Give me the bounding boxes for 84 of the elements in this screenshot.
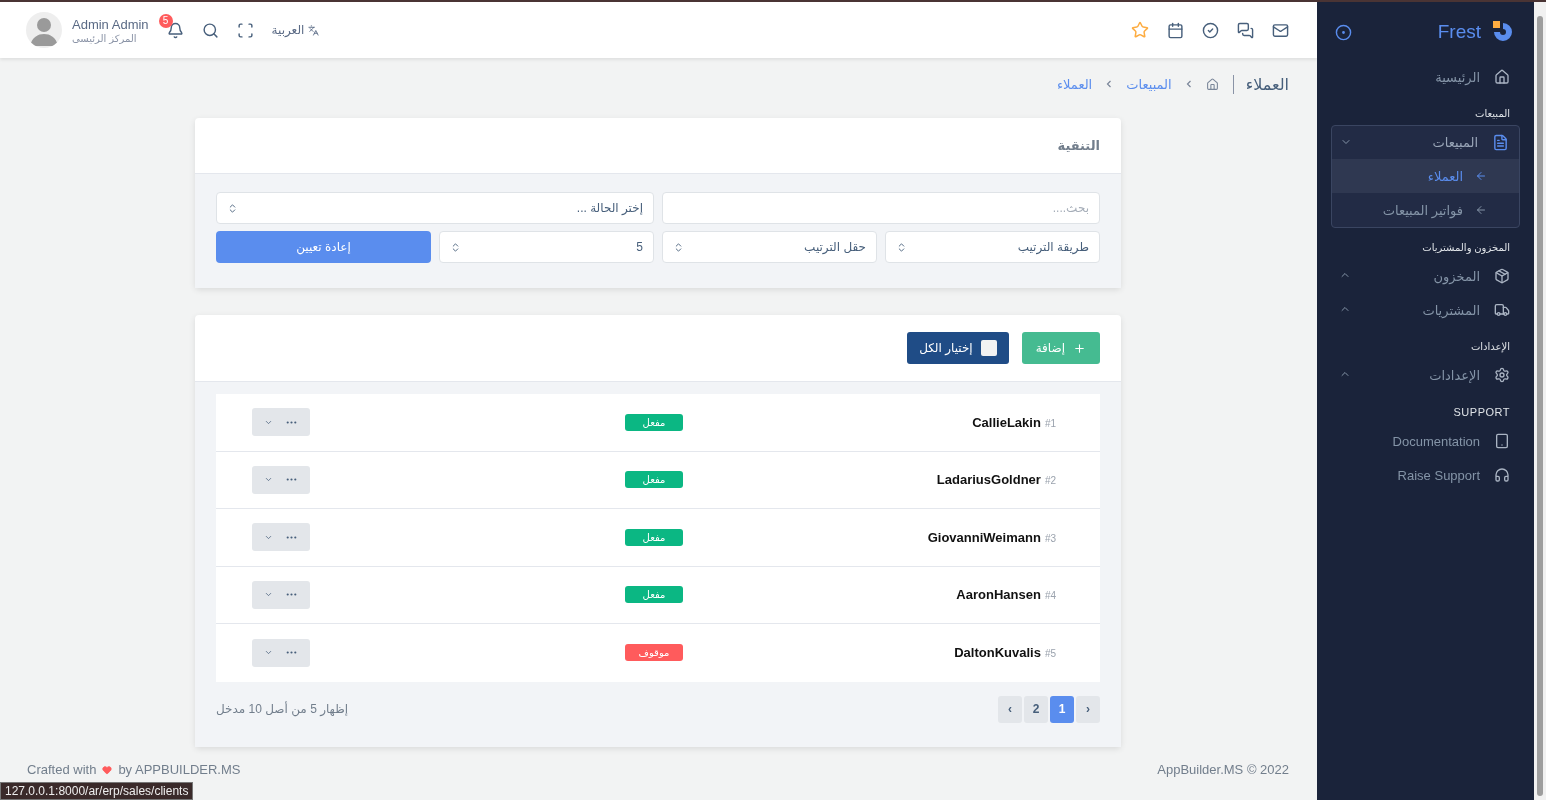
status-tag: موقوف	[625, 644, 683, 662]
breadcrumb-separator-icon	[1106, 80, 1113, 88]
page-button[interactable]: ‹	[998, 695, 1022, 723]
target-icon[interactable]	[1335, 23, 1352, 41]
home-icon	[1494, 69, 1510, 85]
select-all-button[interactable]: إختيار الكل	[907, 332, 1009, 364]
page-button[interactable]: ›	[1076, 695, 1100, 723]
select-field[interactable]: حقل الترتيب	[662, 231, 877, 263]
home-icon[interactable]	[1205, 77, 1219, 91]
notification-count: 5	[158, 13, 173, 28]
reset-button[interactable]: إعادة تعيين	[216, 231, 431, 263]
truck-icon	[1494, 302, 1510, 318]
client-number: #1	[1044, 417, 1056, 429]
client-number: #4	[1044, 590, 1056, 602]
select-field[interactable]: طريقة الترتيب	[885, 231, 1100, 263]
mail-icon[interactable]	[1272, 21, 1289, 39]
fullscreen-icon[interactable]	[236, 21, 254, 39]
client-number: #3	[1044, 532, 1056, 544]
client-name: CallieLakin	[972, 414, 1041, 430]
status-url: 127.0.0.1:8000/ar/erp/sales/clients	[0, 782, 194, 800]
status-tag: مفعل	[625, 413, 683, 431]
check-circle-icon[interactable]	[1202, 21, 1219, 39]
arrow-icon	[1475, 204, 1487, 216]
section-header: SUPPORT	[1452, 405, 1511, 420]
client-name: AaronHansen	[956, 587, 1041, 603]
client-number: #5	[1044, 648, 1056, 660]
breadcrumb-separator-icon	[1185, 80, 1192, 88]
language-button[interactable]: العربية	[271, 23, 320, 37]
sort-caret-icon	[450, 241, 461, 253]
status-tag: مفعل	[625, 528, 683, 546]
menu-item[interactable]: المشتريات	[1331, 293, 1520, 327]
select-field[interactable]: إختر الحالة ...	[216, 192, 654, 224]
document-icon	[1492, 134, 1509, 151]
sort-caret-icon	[673, 241, 684, 253]
menu-item[interactable]: Raise Support	[1331, 458, 1520, 492]
sort-caret-icon	[896, 241, 907, 253]
logo-icon	[1491, 20, 1515, 44]
crafted-by-text: by APPBUILDER.MS	[118, 762, 241, 777]
breadcrumb-link[interactable]: المبيعات	[1126, 76, 1172, 92]
user-name: Admin Admin	[72, 16, 149, 32]
select-field[interactable]: 5	[439, 231, 654, 263]
chat-icon[interactable]	[1237, 21, 1254, 39]
client-name: GiovanniWeimann	[927, 529, 1041, 545]
section-header: الإعدادات	[1469, 340, 1511, 355]
section-header: المبيعات	[1474, 107, 1511, 121]
breadcrumb-link[interactable]: العملاء	[1057, 76, 1093, 92]
card-title: التنقية	[1057, 138, 1100, 153]
menu-item[interactable]: Documentation	[1331, 424, 1520, 458]
submenu-item[interactable]: العملاء	[1332, 159, 1519, 193]
entries-info: إظهار 5 من أصل 10 مدخل	[216, 702, 348, 716]
box-icon	[1494, 268, 1510, 284]
avatar[interactable]	[26, 12, 62, 48]
menu-item[interactable]: الإعدادات	[1331, 358, 1520, 392]
copyright-text: AppBuilder.MS © 2022	[1157, 762, 1289, 777]
status-tag: مفعل	[625, 586, 683, 604]
status-tag: مفعل	[625, 471, 683, 489]
headphones-icon	[1494, 467, 1510, 483]
client-number: #2	[1044, 475, 1056, 487]
plus-icon	[1073, 341, 1086, 355]
crafted-text: Crafted with	[27, 762, 97, 777]
section-header: المخزون والمشتريات	[1421, 241, 1511, 256]
star-icon[interactable]	[1131, 21, 1149, 39]
heart-icon	[102, 764, 113, 775]
page-button[interactable]: 1	[1050, 695, 1074, 723]
menu-item[interactable]: المبيعات	[1332, 126, 1519, 159]
client-name: DaltonKuvalis	[954, 645, 1041, 661]
translate-icon	[308, 24, 320, 36]
tablet-icon	[1494, 433, 1510, 449]
calendar-icon[interactable]	[1167, 21, 1184, 39]
checkbox[interactable]	[980, 340, 997, 356]
page-title: العملاء	[1232, 74, 1289, 94]
settings-icon	[1494, 367, 1510, 383]
menu-item[interactable]: المخزون	[1331, 259, 1520, 293]
bell-icon[interactable]	[166, 21, 184, 39]
page-button[interactable]: 2	[1024, 695, 1048, 723]
search-icon[interactable]	[201, 21, 219, 39]
search-field[interactable]: بحث....	[662, 192, 1100, 224]
brand-name[interactable]: Frest	[1437, 21, 1481, 43]
submenu-item[interactable]: فواتير المبيعات	[1332, 193, 1519, 227]
menu-item[interactable]: الرئيسية	[1331, 60, 1520, 94]
client-name: LadariusGoldner	[936, 472, 1041, 488]
arrow-icon	[1475, 170, 1487, 182]
sort-caret-icon	[227, 202, 238, 214]
user-role: المركز الرئيسى	[72, 32, 138, 44]
